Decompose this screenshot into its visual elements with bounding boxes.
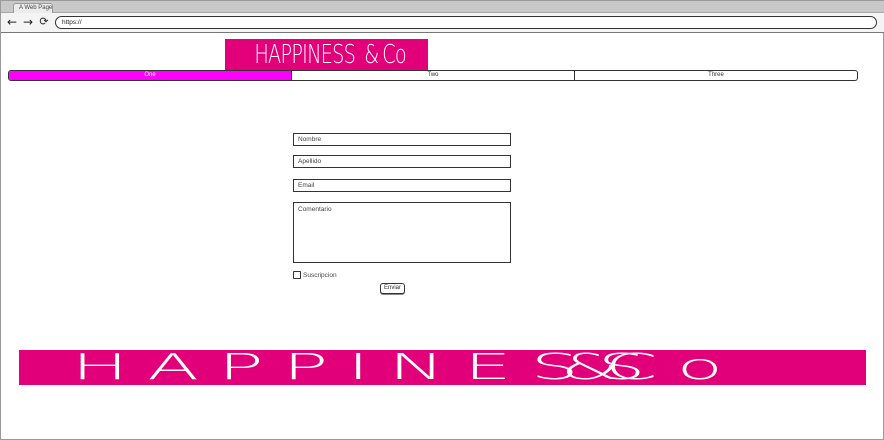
reload-icon[interactable]: ⟳ [37, 15, 51, 29]
menu-tabs: One Two Three [8, 70, 858, 81]
enviar-button[interactable]: Enviar [380, 283, 405, 294]
address-bar[interactable]: https:// [55, 16, 877, 29]
logo-text-co: Co [381, 40, 406, 70]
email-field[interactable]: Email [293, 179, 511, 192]
logo-ampersand: & [364, 40, 379, 70]
tab-two[interactable]: Two [292, 71, 575, 80]
tab-three[interactable]: Three [575, 71, 857, 80]
browser-tab-bar: A Web Page [1, 1, 884, 13]
suscripcion-label: Suscripcion [303, 271, 337, 279]
header-logo: HAPPINESS & Co [225, 39, 428, 71]
browser-tab[interactable]: A Web Page [13, 3, 53, 13]
back-arrow-icon[interactable]: ← [5, 15, 19, 29]
browser-nav-bar: ← → ⟳ https:// [1, 13, 884, 33]
footer-logo: HAPPINESS&Co [19, 350, 866, 385]
browser-window: A Web Page ← → ⟳ https:// HAPPINESS & Co O… [0, 0, 884, 440]
forward-arrow-icon[interactable]: → [21, 15, 35, 29]
apellido-field[interactable]: Apellido [293, 155, 511, 168]
suscripcion-row: Suscripcion [293, 270, 337, 280]
tab-one[interactable]: One [9, 71, 292, 80]
comentario-textarea[interactable]: Comentario [293, 202, 511, 263]
suscripcion-checkbox[interactable] [293, 271, 301, 279]
footer-logo-text-co: Co [605, 350, 743, 385]
logo-text: HAPPINESS [254, 40, 356, 70]
nombre-field[interactable]: Nombre [293, 133, 511, 146]
